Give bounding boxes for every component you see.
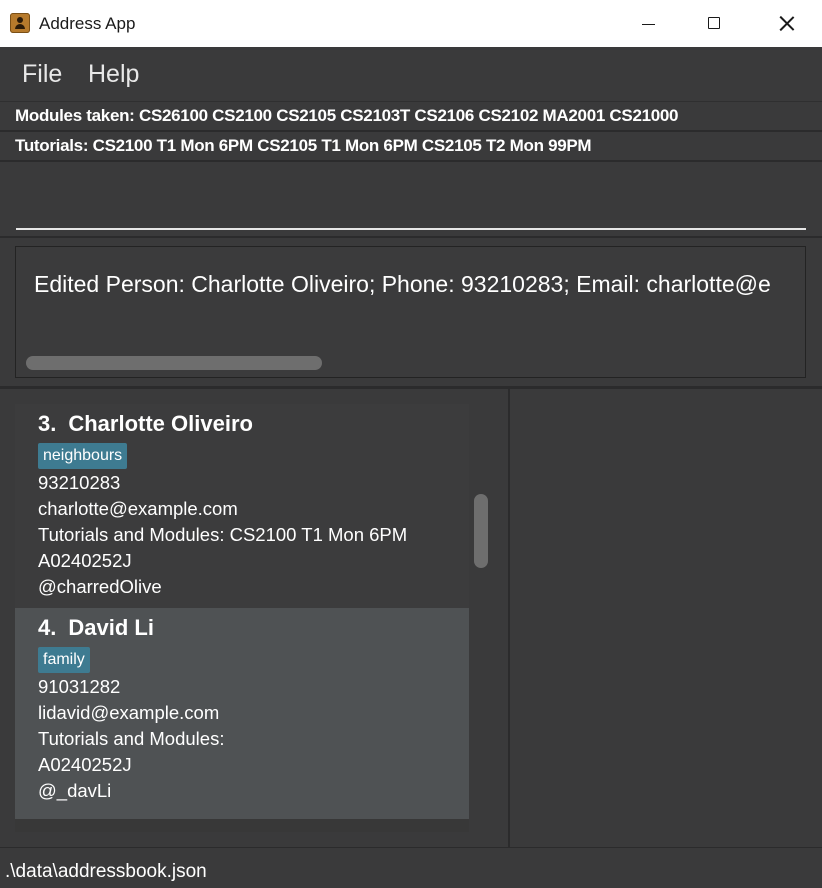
person-name: 3. Charlotte Oliveiro — [38, 410, 253, 438]
person-name-text: David Li — [68, 615, 154, 640]
result-panel: Edited Person: Charlotte Oliveiro; Phone… — [0, 238, 822, 389]
person-telegram: @_davLi — [38, 780, 112, 801]
person-name: 4. David Li — [38, 614, 154, 642]
close-icon[interactable] — [763, 0, 809, 47]
person-card[interactable]: 3. Charlotte Oliveiro neighbours 93210283… — [15, 404, 469, 615]
person-list-vertical-scrollbar[interactable] — [474, 494, 488, 568]
person-tag: family — [38, 647, 90, 673]
address-book-icon — [10, 13, 30, 33]
menu-bar: File Help — [0, 47, 822, 102]
person-student-id: A0240252J — [38, 550, 132, 571]
save-location: .\data\addressbook.json — [5, 861, 207, 882]
result-horizontal-scrollbar[interactable] — [26, 356, 322, 370]
person-name-text: Charlotte Oliveiro — [68, 411, 253, 436]
detail-panel — [510, 389, 822, 847]
person-email: lidavid@example.com — [38, 702, 220, 723]
person-phone: 91031282 — [38, 676, 121, 697]
maximize-icon[interactable] — [692, 0, 738, 47]
tutorials-bar: Tutorials: CS2100 T1 Mon 6PM CS2105 T1 M… — [0, 132, 822, 162]
tutorials-text: Tutorials: CS2100 T1 Mon 6PM CS2105 T1 M… — [15, 136, 592, 155]
result-text: Edited Person: Charlotte Oliveiro; Phone… — [34, 271, 771, 297]
modules-taken-bar: Modules taken: CS26100 CS2100 CS2105 CS2… — [0, 102, 822, 132]
title-bar: Address App — [0, 0, 822, 47]
status-bar: .\data\addressbook.json — [0, 847, 822, 888]
person-index: 4. — [38, 615, 57, 640]
command-box — [0, 162, 822, 238]
person-tutorials: Tutorials and Modules: — [38, 728, 225, 749]
person-student-id: A0240252J — [38, 754, 132, 775]
command-input[interactable] — [16, 172, 806, 230]
person-index: 3. — [38, 411, 57, 436]
window-title: Address App — [39, 14, 136, 33]
person-card[interactable]: 4. David Li family 91031282 lidavid@examp… — [15, 608, 469, 819]
person-telegram: @charredOlive — [38, 576, 162, 597]
person-tutorials: Tutorials and Modules: CS2100 T1 Mon 6PM — [38, 524, 408, 545]
minimize-icon[interactable] — [625, 0, 671, 47]
modules-taken-text: Modules taken: CS26100 CS2100 CS2105 CS2… — [15, 106, 679, 125]
person-list[interactable]: 3. Charlotte Oliveiro neighbours 93210283… — [15, 404, 469, 832]
menu-file[interactable]: File — [22, 59, 62, 89]
person-list-panel: 3. Charlotte Oliveiro neighbours 93210283… — [0, 389, 510, 847]
person-tag: neighbours — [38, 443, 128, 469]
person-phone: 93210283 — [38, 472, 121, 493]
menu-help[interactable]: Help — [88, 59, 139, 89]
result-display[interactable]: Edited Person: Charlotte Oliveiro; Phone… — [15, 246, 806, 378]
person-email: charlotte@example.com — [38, 498, 238, 519]
